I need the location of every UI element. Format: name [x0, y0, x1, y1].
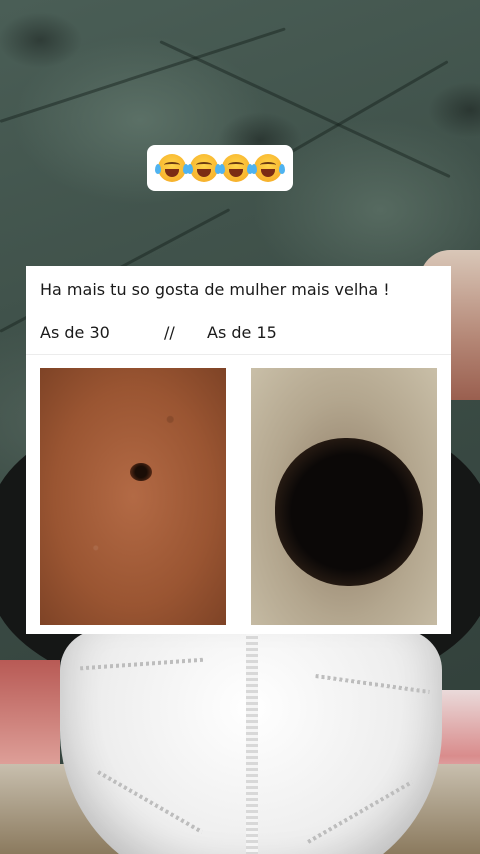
small-hole	[130, 463, 152, 481]
tears-of-joy-emoji-icon	[187, 154, 221, 182]
fabric-patch	[0, 660, 60, 780]
comparison-labels: As de 30 // As de 15	[40, 323, 440, 345]
mask-stitch	[97, 770, 203, 834]
small-hole-photo	[40, 368, 226, 625]
mask-stitch	[80, 657, 205, 671]
face-mask	[60, 630, 442, 854]
right-label: As de 15	[207, 323, 277, 342]
divider	[26, 354, 451, 355]
meme-caption: Ha mais tu so gosta de mulher mais velha…	[40, 280, 390, 299]
mask-stitch	[315, 674, 430, 694]
separator-label: //	[164, 323, 175, 342]
meme-card[interactable]: Ha mais tu so gosta de mulher mais velha…	[26, 266, 451, 634]
tears-of-joy-emoji-icon	[155, 154, 189, 182]
left-label: As de 30	[40, 323, 110, 342]
mask-stitch	[307, 780, 413, 844]
mask-seam	[246, 630, 258, 854]
large-hole-photo	[251, 368, 437, 625]
large-hole	[275, 438, 423, 586]
emoji-sticker[interactable]	[147, 145, 293, 191]
tears-of-joy-emoji-icon	[219, 154, 253, 182]
tears-of-joy-emoji-icon	[251, 154, 285, 182]
